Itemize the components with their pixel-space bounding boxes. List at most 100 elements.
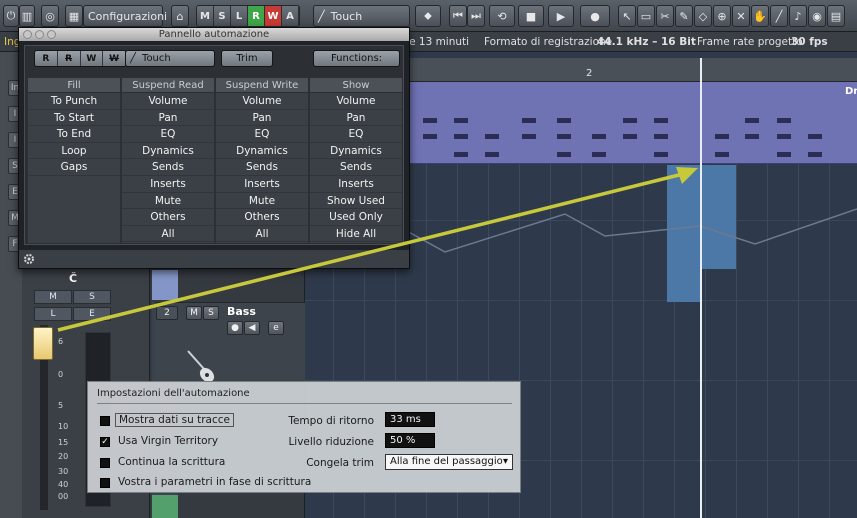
- stop-icon[interactable]: ■: [518, 5, 544, 27]
- midi-note[interactable]: [715, 152, 729, 157]
- hand-tool-icon[interactable]: ✋: [751, 5, 769, 27]
- midi-note[interactable]: [557, 152, 571, 157]
- mute-all-button[interactable]: M: [197, 6, 214, 26]
- show-pan[interactable]: Pan: [310, 110, 402, 127]
- audition-button[interactable]: A: [282, 6, 299, 26]
- functions-button[interactable]: Functions:: [313, 50, 400, 67]
- show-params-writing-checkbox[interactable]: [100, 478, 110, 488]
- show-sends[interactable]: Sends: [310, 159, 402, 176]
- midi-note[interactable]: [715, 134, 729, 139]
- midi-note[interactable]: [454, 152, 468, 157]
- fill-to-start[interactable]: To Start: [28, 110, 120, 127]
- show-used[interactable]: Show Used: [310, 193, 402, 210]
- suspend-read-volume[interactable]: Volume: [122, 93, 214, 110]
- color-tool-icon[interactable]: ◉: [808, 5, 826, 27]
- zoom-tool-icon[interactable]: ⊕: [713, 5, 731, 27]
- cycle-icon[interactable]: ⟲: [489, 5, 515, 27]
- erase-tool-icon[interactable]: ◇: [694, 5, 712, 27]
- suspend-read-mute[interactable]: Mute: [122, 193, 214, 210]
- play-icon[interactable]: ▶: [548, 5, 574, 27]
- midi-note[interactable]: [522, 134, 536, 139]
- show-volume[interactable]: Volume: [310, 93, 402, 110]
- midi-note[interactable]: [423, 118, 437, 123]
- volume-fader-handle[interactable]: [33, 327, 53, 360]
- midi-note[interactable]: [522, 118, 536, 123]
- midi-note[interactable]: [654, 118, 668, 123]
- suspend-write-mute[interactable]: Mute: [216, 193, 308, 210]
- monitor-icon[interactable]: ◀: [244, 321, 260, 335]
- write-all-button[interactable]: W: [265, 6, 282, 26]
- suspend-read-all[interactable]: All: [122, 226, 214, 243]
- play-tool-icon[interactable]: ♪: [789, 5, 807, 27]
- midi-note[interactable]: [557, 134, 571, 139]
- suspend-write-pan[interactable]: Pan: [216, 110, 308, 127]
- reduction-level-field[interactable]: 50 %: [385, 433, 435, 448]
- continue-writing-label[interactable]: Continua la scrittura: [118, 456, 225, 468]
- channel-solo-button[interactable]: S: [73, 290, 111, 304]
- midi-note[interactable]: [654, 134, 668, 139]
- virgin-territory-checkbox[interactable]: ✓: [100, 437, 110, 447]
- midi-note[interactable]: [777, 152, 791, 157]
- midi-note[interactable]: [623, 118, 637, 123]
- suspend-read-inserts[interactable]: Inserts: [122, 176, 214, 193]
- playhead-cursor[interactable]: [700, 58, 702, 518]
- midi-note[interactable]: [654, 152, 668, 157]
- home-icon[interactable]: ⌂: [171, 5, 189, 27]
- layout-icon[interactable]: ▥: [19, 5, 35, 27]
- go-to-start-icon[interactable]: ⏮: [449, 5, 467, 27]
- power-icon[interactable]: ⏻: [3, 5, 19, 27]
- show-used-only[interactable]: Used Only: [310, 209, 402, 226]
- channel-listen-button[interactable]: L: [34, 307, 72, 321]
- suspend-read-pan[interactable]: Pan: [122, 110, 214, 127]
- automation-mode-dropdown[interactable]: ╱ Touch: [313, 5, 410, 27]
- midi-note[interactable]: [485, 134, 499, 139]
- midi-note[interactable]: [808, 152, 822, 157]
- show-params-writing-label[interactable]: Vostra i parametri in fase di scrittura: [118, 476, 311, 488]
- channel-edit-button[interactable]: E: [73, 307, 111, 321]
- midi-note[interactable]: [777, 134, 791, 139]
- fill-loop[interactable]: Loop: [28, 143, 120, 160]
- midi-note[interactable]: [592, 152, 606, 157]
- return-time-field[interactable]: 33 ms: [385, 412, 435, 427]
- midi-note[interactable]: [454, 134, 468, 139]
- write-button[interactable]: W: [80, 51, 104, 66]
- suspend-write-volume[interactable]: Volume: [216, 93, 308, 110]
- edit-instrument-icon[interactable]: e: [268, 321, 284, 335]
- suspend-write-others[interactable]: Others: [216, 209, 308, 226]
- midi-note[interactable]: [745, 118, 759, 123]
- trim-button[interactable]: Trim: [221, 50, 273, 67]
- virgin-territory-label[interactable]: Usa Virgin Territory: [118, 435, 218, 447]
- read-all-button[interactable]: R: [248, 6, 265, 26]
- show-eq[interactable]: EQ: [310, 126, 402, 143]
- suspend-write-button[interactable]: W: [103, 51, 126, 66]
- show-dynamics[interactable]: Dynamics: [310, 143, 402, 160]
- record-enable-icon[interactable]: ●: [227, 321, 243, 335]
- framerate-value[interactable]: 30 fps: [791, 36, 828, 48]
- bass-solo-button[interactable]: S: [203, 306, 219, 320]
- midi-note[interactable]: [485, 152, 499, 157]
- midi-note[interactable]: [592, 134, 606, 139]
- midi-note[interactable]: [777, 118, 791, 123]
- suspend-read-button[interactable]: R: [57, 51, 81, 66]
- workspace-icon[interactable]: ▦: [65, 5, 83, 27]
- close-window-icon[interactable]: [23, 30, 32, 39]
- suspend-read-eq[interactable]: EQ: [122, 126, 214, 143]
- read-button[interactable]: R: [35, 51, 58, 66]
- show-data-on-tracks-label[interactable]: Mostra dati su tracce: [115, 413, 234, 427]
- gear-icon[interactable]: [23, 253, 35, 265]
- midi-note[interactable]: [557, 118, 571, 123]
- suspend-write-dynamics[interactable]: Dynamics: [216, 143, 308, 160]
- bass-mute-button[interactable]: M: [186, 306, 202, 320]
- automation-mode-select[interactable]: ╱ Touch: [125, 50, 215, 67]
- automation-panel-titlebar[interactable]: Pannello automazione: [19, 28, 409, 41]
- continue-writing-checkbox[interactable]: [100, 458, 110, 468]
- zoom-window-icon[interactable]: [47, 30, 56, 39]
- record-format-label[interactable]: Formato di registrazione: [484, 36, 612, 48]
- suspend-write-inserts[interactable]: Inserts: [216, 176, 308, 193]
- suspend-write-sends[interactable]: Sends: [216, 159, 308, 176]
- range-tool-icon[interactable]: ▭: [637, 5, 655, 27]
- settings-tool-icon[interactable]: ▤: [827, 5, 845, 27]
- mute-tool-icon[interactable]: ✕: [732, 5, 750, 27]
- midi-note[interactable]: [623, 134, 637, 139]
- midi-note[interactable]: [808, 134, 822, 139]
